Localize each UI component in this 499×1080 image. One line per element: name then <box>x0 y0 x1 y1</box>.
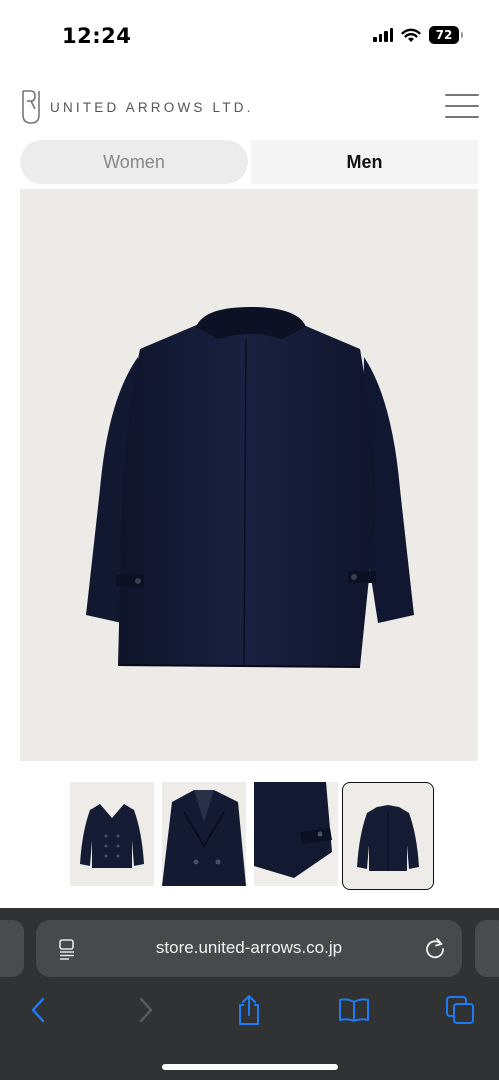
forward-icon[interactable] <box>126 990 166 1030</box>
reload-icon[interactable] <box>424 937 446 959</box>
brand-name[interactable]: UNITED ARROWS LTD. <box>50 100 254 115</box>
thumbnail-strip <box>68 782 434 890</box>
thumbnail-back[interactable] <box>342 782 434 890</box>
previous-tab-pill[interactable] <box>0 920 24 977</box>
home-indicator <box>162 1064 338 1070</box>
gender-tabs: Women Men <box>20 140 478 184</box>
browser-bar: store.united-arrows.co.jp <box>0 908 499 1080</box>
status-time: 12:24 <box>62 24 132 48</box>
next-tab-pill[interactable] <box>475 920 499 977</box>
tab-women[interactable]: Women <box>20 140 248 184</box>
thumbnail-front[interactable] <box>70 782 154 886</box>
site-header: UNITED ARROWS LTD. <box>0 80 499 136</box>
status-icons: 72 <box>373 26 463 44</box>
battery-icon: 72 <box>429 26 463 44</box>
pea-coat-cuff-icon <box>254 782 338 886</box>
url-text[interactable]: store.united-arrows.co.jp <box>36 938 462 958</box>
battery-level: 72 <box>435 28 453 42</box>
tabs-icon[interactable] <box>440 990 480 1030</box>
coat-back-illustration <box>86 307 414 668</box>
pea-coat-back-icon <box>357 805 419 871</box>
back-icon[interactable] <box>18 990 58 1030</box>
address-bar[interactable]: store.united-arrows.co.jp <box>36 920 462 977</box>
signal-icon <box>373 28 393 42</box>
thumbnail-collar[interactable] <box>162 782 246 886</box>
status-bar: 12:24 72 <box>0 0 499 70</box>
pea-coat-front-icon <box>80 804 144 868</box>
bookmarks-icon[interactable] <box>334 990 374 1030</box>
browser-toolbar <box>0 990 499 1034</box>
product-main-image[interactable] <box>20 189 478 761</box>
united-arrows-logo[interactable] <box>20 89 42 125</box>
share-icon[interactable] <box>229 990 269 1030</box>
tab-men[interactable]: Men <box>251 140 478 184</box>
pea-coat-collar-icon <box>162 782 246 886</box>
hamburger-menu-icon[interactable] <box>445 94 479 118</box>
wifi-icon <box>401 28 421 42</box>
thumbnail-cuff[interactable] <box>254 782 338 886</box>
